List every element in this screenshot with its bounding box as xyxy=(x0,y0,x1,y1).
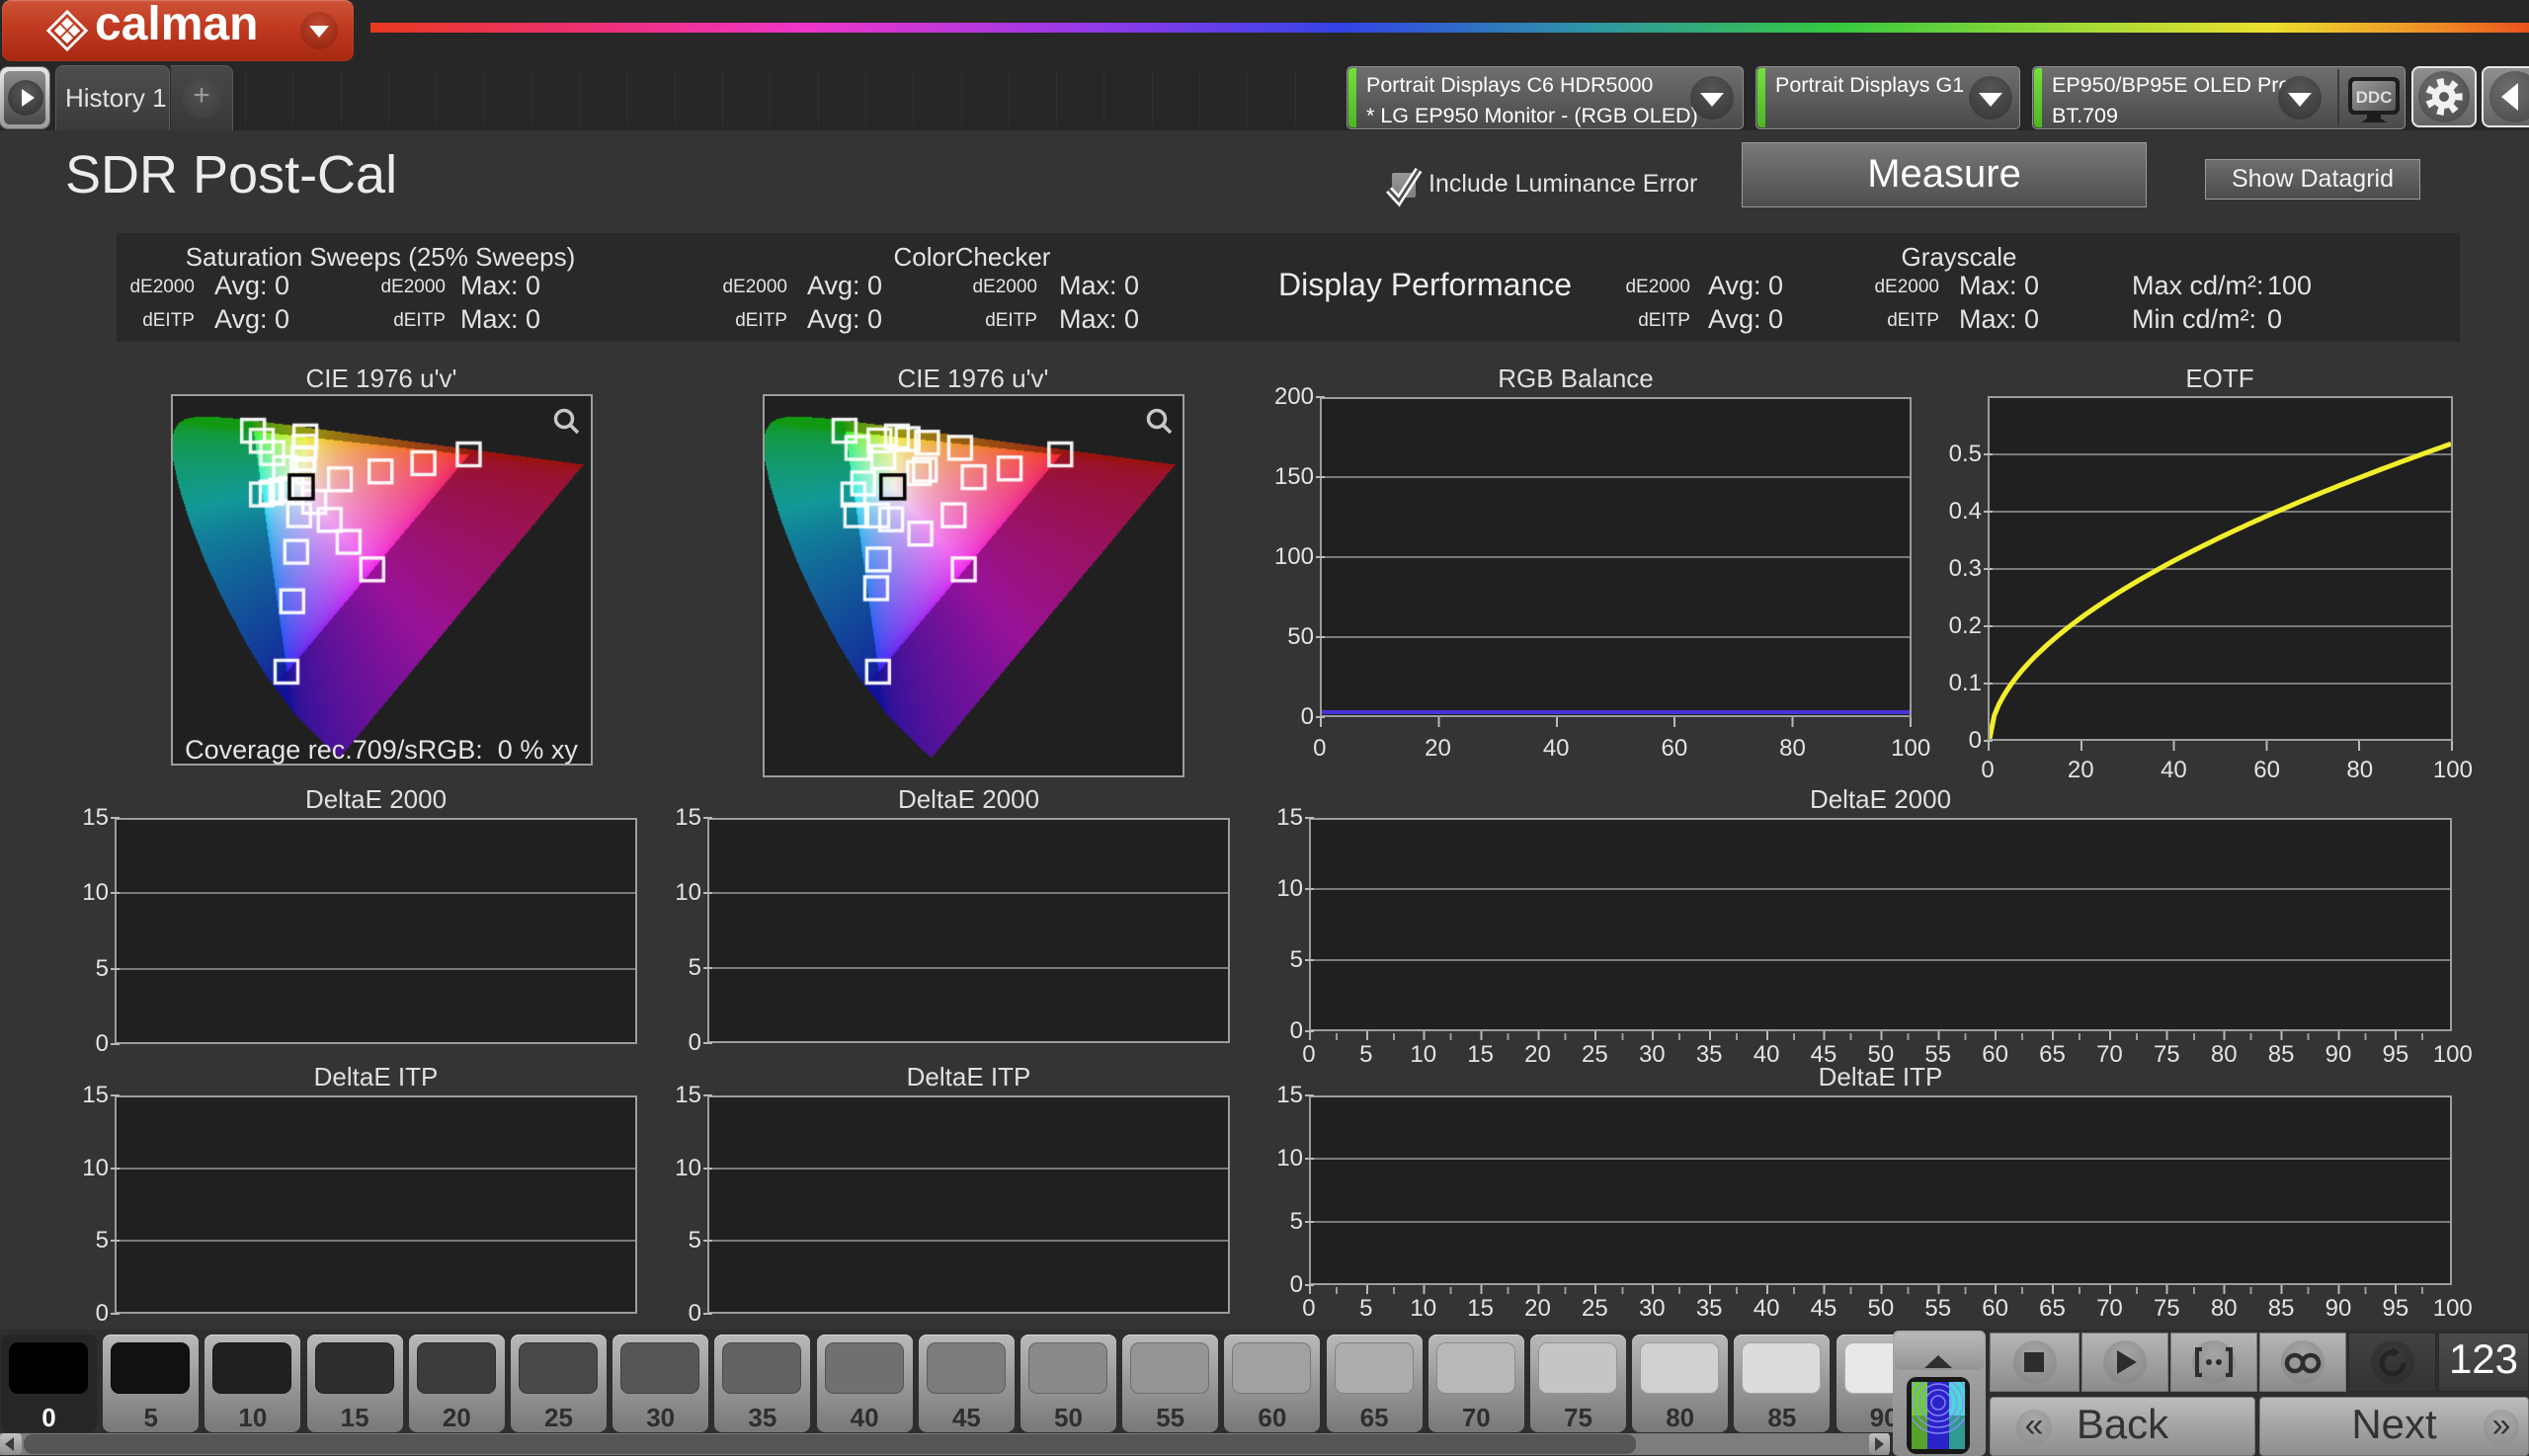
svg-text:DDC: DDC xyxy=(2356,88,2393,107)
